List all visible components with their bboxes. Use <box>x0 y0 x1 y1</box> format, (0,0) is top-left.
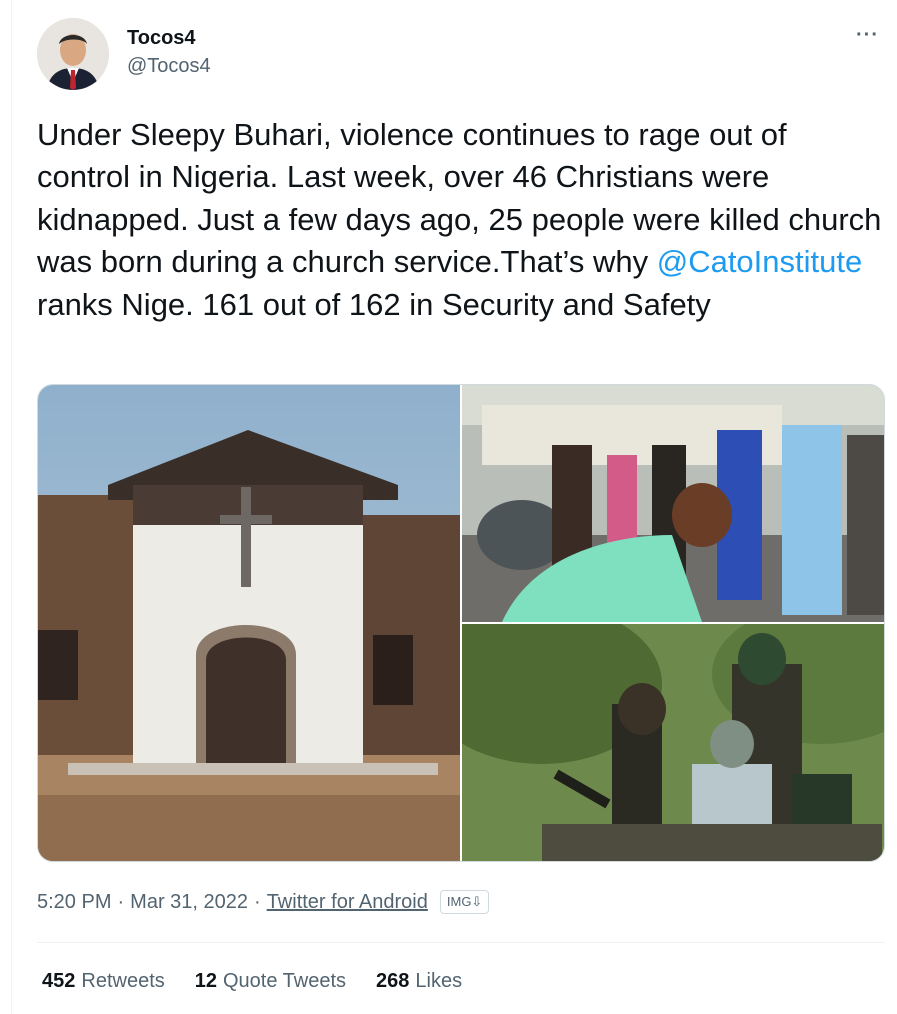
media-grid <box>37 384 885 862</box>
divider <box>37 942 885 943</box>
likes-label: Likes <box>415 970 463 992</box>
grieving-crowd-photo[interactable] <box>462 385 884 622</box>
retweets-count: 452 <box>42 970 76 992</box>
likes-stat[interactable]: 268 Likes <box>376 970 462 993</box>
tweet-time[interactable]: 5:20 PM <box>37 891 111 914</box>
tweet-header: Tocos4 @Tocos4 ··· <box>37 18 883 90</box>
author-display-name[interactable]: Tocos4 <box>127 26 211 50</box>
quote-tweets-stat[interactable]: 12 Quote Tweets <box>195 970 346 993</box>
likes-count: 268 <box>376 970 410 992</box>
meta-separator: · <box>117 890 125 913</box>
burned-church-photo[interactable] <box>38 385 460 861</box>
quote-tweets-count: 12 <box>194 970 217 992</box>
tweet-stats: 452 Retweets 12 Quote Tweets 268 Likes <box>42 970 492 993</box>
tweet-meta: 5:20 PM · Mar 31, 2022 · Twitter for And… <box>37 886 490 918</box>
armed-men-vehicle-photo[interactable] <box>462 624 884 861</box>
retweets-label: Retweets <box>81 970 165 992</box>
user-avatar-icon[interactable] <box>37 18 109 90</box>
author-names: Tocos4 @Tocos4 <box>127 26 211 78</box>
tweet-text: Under Sleepy Buhari, violence continues … <box>37 114 883 326</box>
mention-link[interactable]: @CatoInstitute <box>657 244 863 279</box>
tweet-text-body-end: ranks Nige. 161 out of 162 in Security a… <box>37 286 711 322</box>
retweets-stat[interactable]: 452 Retweets <box>42 970 165 993</box>
more-options-icon[interactable]: ··· <box>856 24 879 47</box>
tweet-date[interactable]: Mar 31, 2022 <box>130 891 248 914</box>
tweet-source-link[interactable]: Twitter for Android <box>267 891 428 914</box>
img-download-badge[interactable]: IMG⇩ <box>439 890 490 914</box>
author-handle[interactable]: @Tocos4 <box>127 54 211 78</box>
meta-separator: · <box>254 890 261 913</box>
quote-tweets-label: Quote Tweets <box>223 970 347 992</box>
